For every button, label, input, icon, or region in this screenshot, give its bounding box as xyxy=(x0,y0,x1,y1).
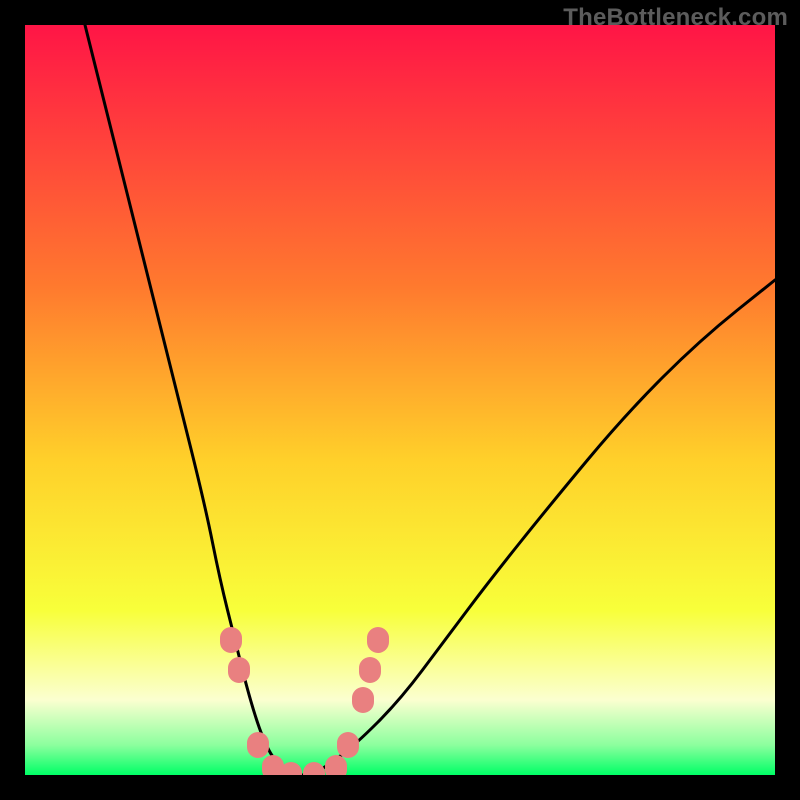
data-marker xyxy=(247,732,269,758)
data-marker xyxy=(359,657,381,683)
watermark-text: TheBottleneck.com xyxy=(563,4,788,32)
bottleneck-curve xyxy=(25,25,775,775)
data-marker xyxy=(367,627,389,653)
data-marker xyxy=(352,687,374,713)
chart-frame: TheBottleneck.com xyxy=(0,0,800,800)
data-marker xyxy=(228,657,250,683)
plot-area xyxy=(25,25,775,775)
data-marker xyxy=(220,627,242,653)
data-marker xyxy=(337,732,359,758)
